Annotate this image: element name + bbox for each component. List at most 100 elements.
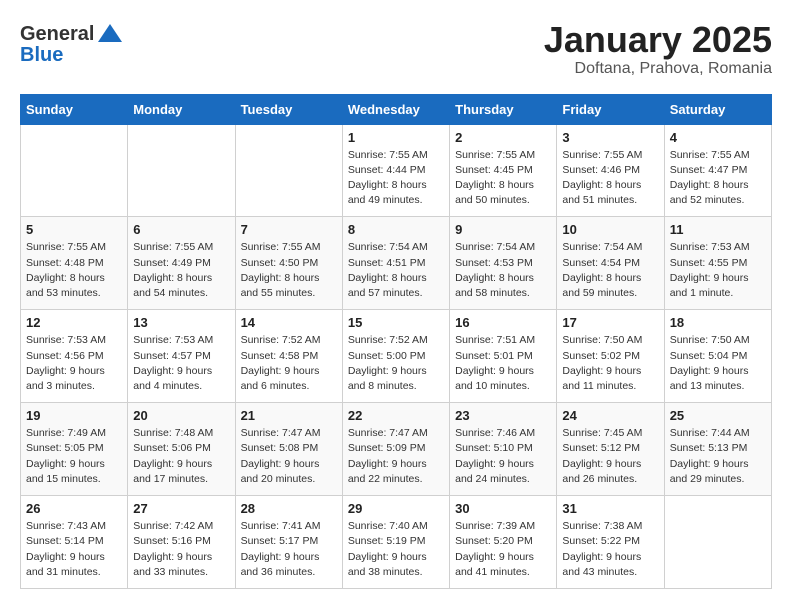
cell-sun-info: Sunrise: 7:46 AM Sunset: 5:10 PM Dayligh… — [455, 426, 551, 487]
calendar-week-row: 19Sunrise: 7:49 AM Sunset: 5:05 PM Dayli… — [21, 403, 772, 496]
cell-sun-info: Sunrise: 7:48 AM Sunset: 5:06 PM Dayligh… — [133, 426, 229, 487]
logo-icon — [96, 20, 124, 48]
calendar-cell: 30 Sunrise: 7:39 AM Sunset: 5:20 PM Dayli… — [450, 496, 557, 589]
cell-sun-info: Sunrise: 7:47 AM Sunset: 5:08 PM Dayligh… — [241, 426, 337, 487]
weekday-header-row: SundayMondayTuesdayWednesdayThursdayFrid… — [21, 94, 772, 124]
cell-sun-info: Sunrise: 7:41 AM Sunset: 5:17 PM Dayligh… — [241, 519, 337, 580]
calendar-cell: 9 Sunrise: 7:54 AM Sunset: 4:53 PM Daylig… — [450, 217, 557, 310]
weekday-header: Friday — [557, 94, 664, 124]
cell-sun-info: Sunrise: 7:40 AM Sunset: 5:19 PM Dayligh… — [348, 519, 444, 580]
day-number: 2 — [455, 130, 551, 145]
cell-sun-info: Sunrise: 7:54 AM Sunset: 4:54 PM Dayligh… — [562, 240, 658, 301]
calendar-cell: 10Sunrise: 7:54 AM Sunset: 4:54 PM Dayli… — [557, 217, 664, 310]
weekday-header: Saturday — [664, 94, 771, 124]
title-block: January 2025 Doftana, Prahova, Romania — [544, 20, 772, 78]
day-number: 19 — [26, 408, 122, 423]
calendar-cell: 31 Sunrise: 7:38 AM Sunset: 5:22 PM Dayli… — [557, 496, 664, 589]
day-number: 24 — [562, 408, 658, 423]
cell-sun-info: Sunrise: 7:50 AM Sunset: 5:04 PM Dayligh… — [670, 333, 766, 394]
calendar-cell: 3 Sunrise: 7:55 AM Sunset: 4:46 PM Daylig… — [557, 124, 664, 217]
cell-sun-info: Sunrise: 7:53 AM Sunset: 4:55 PM Dayligh… — [670, 240, 766, 301]
cell-sun-info: Sunrise: 7:50 AM Sunset: 5:02 PM Dayligh… — [562, 333, 658, 394]
day-number: 3 — [562, 130, 658, 145]
cell-sun-info: Sunrise: 7:45 AM Sunset: 5:12 PM Dayligh… — [562, 426, 658, 487]
calendar-cell: 17 Sunrise: 7:50 AM Sunset: 5:02 PM Dayli… — [557, 310, 664, 403]
calendar-cell — [664, 496, 771, 589]
cell-sun-info: Sunrise: 7:53 AM Sunset: 4:57 PM Dayligh… — [133, 333, 229, 394]
day-number: 17 — [562, 315, 658, 330]
location-title: Doftana, Prahova, Romania — [544, 60, 772, 78]
calendar-week-row: 5 Sunrise: 7:55 AM Sunset: 4:48 PM Daylig… — [21, 217, 772, 310]
cell-sun-info: Sunrise: 7:47 AM Sunset: 5:09 PM Dayligh… — [348, 426, 444, 487]
cell-sun-info: Sunrise: 7:55 AM Sunset: 4:48 PM Dayligh… — [26, 240, 122, 301]
calendar-cell: 14 Sunrise: 7:52 AM Sunset: 4:58 PM Dayli… — [235, 310, 342, 403]
cell-sun-info: Sunrise: 7:51 AM Sunset: 5:01 PM Dayligh… — [455, 333, 551, 394]
day-number: 22 — [348, 408, 444, 423]
day-number: 15 — [348, 315, 444, 330]
calendar-cell: 23Sunrise: 7:46 AM Sunset: 5:10 PM Dayli… — [450, 403, 557, 496]
calendar-cell: 7Sunrise: 7:55 AM Sunset: 4:50 PM Daylig… — [235, 217, 342, 310]
cell-sun-info: Sunrise: 7:44 AM Sunset: 5:13 PM Dayligh… — [670, 426, 766, 487]
cell-sun-info: Sunrise: 7:55 AM Sunset: 4:49 PM Dayligh… — [133, 240, 229, 301]
day-number: 8 — [348, 222, 444, 237]
calendar-cell: 27 Sunrise: 7:42 AM Sunset: 5:16 PM Dayli… — [128, 496, 235, 589]
day-number: 12 — [26, 315, 122, 330]
cell-sun-info: Sunrise: 7:55 AM Sunset: 4:44 PM Dayligh… — [348, 148, 444, 209]
calendar-cell: 1 Sunrise: 7:55 AM Sunset: 4:44 PM Daylig… — [342, 124, 449, 217]
weekday-header: Tuesday — [235, 94, 342, 124]
calendar-cell: 16Sunrise: 7:51 AM Sunset: 5:01 PM Dayli… — [450, 310, 557, 403]
calendar-cell: 24 Sunrise: 7:45 AM Sunset: 5:12 PM Dayli… — [557, 403, 664, 496]
day-number: 11 — [670, 222, 766, 237]
calendar-cell: 25 Sunrise: 7:44 AM Sunset: 5:13 PM Dayli… — [664, 403, 771, 496]
day-number: 9 — [455, 222, 551, 237]
calendar-table: SundayMondayTuesdayWednesdayThursdayFrid… — [20, 94, 772, 589]
weekday-header: Wednesday — [342, 94, 449, 124]
day-number: 29 — [348, 501, 444, 516]
day-number: 30 — [455, 501, 551, 516]
logo-wordmark: General Blue — [20, 20, 124, 67]
month-title: January 2025 — [544, 20, 772, 60]
day-number: 25 — [670, 408, 766, 423]
cell-sun-info: Sunrise: 7:52 AM Sunset: 4:58 PM Dayligh… — [241, 333, 337, 394]
cell-sun-info: Sunrise: 7:55 AM Sunset: 4:45 PM Dayligh… — [455, 148, 551, 209]
day-number: 18 — [670, 315, 766, 330]
calendar-cell: 4 Sunrise: 7:55 AM Sunset: 4:47 PM Daylig… — [664, 124, 771, 217]
day-number: 4 — [670, 130, 766, 145]
day-number: 27 — [133, 501, 229, 516]
calendar-cell: 5 Sunrise: 7:55 AM Sunset: 4:48 PM Daylig… — [21, 217, 128, 310]
cell-sun-info: Sunrise: 7:39 AM Sunset: 5:20 PM Dayligh… — [455, 519, 551, 580]
calendar-week-row: 1 Sunrise: 7:55 AM Sunset: 4:44 PM Daylig… — [21, 124, 772, 217]
calendar-week-row: 12Sunrise: 7:53 AM Sunset: 4:56 PM Dayli… — [21, 310, 772, 403]
day-number: 13 — [133, 315, 229, 330]
calendar-cell: 6 Sunrise: 7:55 AM Sunset: 4:49 PM Daylig… — [128, 217, 235, 310]
calendar-cell — [128, 124, 235, 217]
logo: General Blue — [20, 20, 124, 67]
calendar-cell: 26Sunrise: 7:43 AM Sunset: 5:14 PM Dayli… — [21, 496, 128, 589]
day-number: 1 — [348, 130, 444, 145]
logo-general: General — [20, 23, 94, 46]
day-number: 26 — [26, 501, 122, 516]
day-number: 31 — [562, 501, 658, 516]
weekday-header: Thursday — [450, 94, 557, 124]
day-number: 5 — [26, 222, 122, 237]
cell-sun-info: Sunrise: 7:38 AM Sunset: 5:22 PM Dayligh… — [562, 519, 658, 580]
calendar-cell: 22 Sunrise: 7:47 AM Sunset: 5:09 PM Dayli… — [342, 403, 449, 496]
day-number: 6 — [133, 222, 229, 237]
day-number: 20 — [133, 408, 229, 423]
calendar-cell: 12Sunrise: 7:53 AM Sunset: 4:56 PM Dayli… — [21, 310, 128, 403]
cell-sun-info: Sunrise: 7:55 AM Sunset: 4:46 PM Dayligh… — [562, 148, 658, 209]
calendar-cell: 21 Sunrise: 7:47 AM Sunset: 5:08 PM Dayli… — [235, 403, 342, 496]
cell-sun-info: Sunrise: 7:55 AM Sunset: 4:47 PM Dayligh… — [670, 148, 766, 209]
day-number: 7 — [241, 222, 337, 237]
logo-blue: Blue — [20, 44, 63, 67]
calendar-cell: 15Sunrise: 7:52 AM Sunset: 5:00 PM Dayli… — [342, 310, 449, 403]
calendar-cell: 2 Sunrise: 7:55 AM Sunset: 4:45 PM Daylig… — [450, 124, 557, 217]
cell-sun-info: Sunrise: 7:42 AM Sunset: 5:16 PM Dayligh… — [133, 519, 229, 580]
calendar-cell: 13 Sunrise: 7:53 AM Sunset: 4:57 PM Dayli… — [128, 310, 235, 403]
day-number: 21 — [241, 408, 337, 423]
calendar-cell: 20 Sunrise: 7:48 AM Sunset: 5:06 PM Dayli… — [128, 403, 235, 496]
day-number: 14 — [241, 315, 337, 330]
calendar-cell: 28Sunrise: 7:41 AM Sunset: 5:17 PM Dayli… — [235, 496, 342, 589]
calendar-week-row: 26Sunrise: 7:43 AM Sunset: 5:14 PM Dayli… — [21, 496, 772, 589]
cell-sun-info: Sunrise: 7:54 AM Sunset: 4:53 PM Dayligh… — [455, 240, 551, 301]
